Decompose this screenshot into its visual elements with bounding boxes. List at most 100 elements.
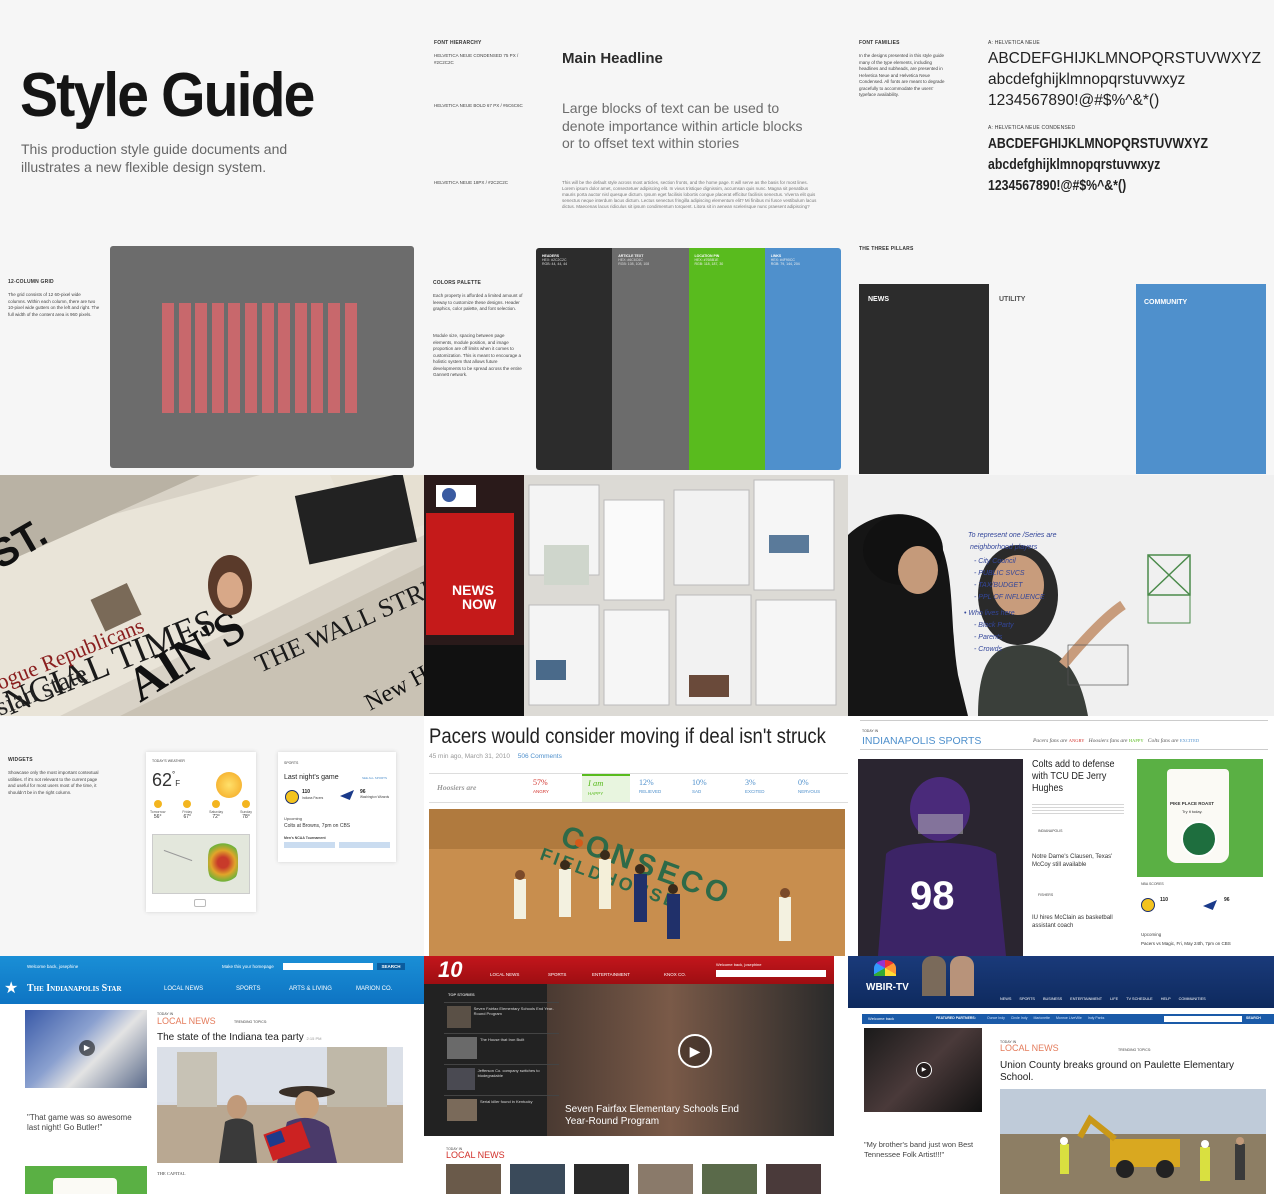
anchor-photos	[922, 956, 992, 996]
wusa-nav-local-news[interactable]: LOCAL NEWS	[490, 972, 519, 977]
font-families-panel: FONT FAMILIES In the designs presented i…	[848, 0, 1274, 238]
make-homepage-link[interactable]: Make this your homepage	[222, 964, 274, 969]
football-player-photo: 98	[858, 759, 1023, 956]
widgets-desc: Showcase only the most important context…	[8, 770, 99, 795]
wusa-caption[interactable]: Seven Fairfax Elementary Schools End Yea…	[565, 1104, 755, 1128]
grid-label: 12-COLUMN GRID	[8, 279, 54, 285]
pacers-photo: CONSECO FIELDHOUSE	[429, 809, 845, 956]
wb-note-4: - PUBLIC SVCS	[974, 570, 1025, 577]
game-title: Last night's game	[284, 774, 339, 781]
mood-option[interactable]: 12% RELIEVED	[635, 774, 683, 800]
mood-option[interactable]: 3% EXCITED	[741, 774, 789, 800]
mood-option[interactable]: 57% ANGRY	[529, 774, 577, 800]
wusa-nav-sports[interactable]: SPORTS	[548, 972, 566, 977]
wusa-thumb[interactable]	[446, 1164, 501, 1194]
mood-option[interactable]: 10% SAD	[688, 774, 736, 800]
wusa-search-input[interactable]	[716, 970, 826, 977]
wusa-thumb[interactable]	[766, 1164, 821, 1194]
indystar-headline[interactable]: The state of the Indiana tea party 2:15 …	[157, 1032, 321, 1043]
wusa-thumb[interactable]	[574, 1164, 629, 1194]
wbir-headline[interactable]: Union County breaks ground on Paulette E…	[1000, 1060, 1270, 1084]
wbir-nav-item[interactable]: NEWS	[1000, 997, 1011, 1001]
wusa-logo[interactable]: 10	[438, 957, 462, 983]
wbir-local-news-title: LOCAL NEWS	[1000, 1043, 1059, 1053]
wusa-nav-entertainment[interactable]: ENTERTAINMENT	[592, 972, 630, 977]
sports-widget: SPORTS Last night's game SEE ALL SPORTS …	[278, 752, 396, 862]
comments-link[interactable]: 506 Comments	[518, 753, 562, 760]
wusa-thumb[interactable]	[702, 1164, 757, 1194]
wusa-nav-knox-co[interactable]: KNOX CO.	[664, 972, 686, 977]
wusa-story[interactable]: Seven Fairfax Elementary Schools End Yea…	[444, 1002, 559, 1033]
wusa-story[interactable]: Serial killer found in Kentucky	[444, 1095, 559, 1126]
wusa-thumb[interactable]	[510, 1164, 565, 1194]
wbir-nav-item[interactable]: SPORTS	[1019, 997, 1035, 1001]
story1-meta: INDIANAPOLIS	[1038, 829, 1063, 833]
wbir-welcome[interactable]: Welcome back	[868, 1016, 894, 1021]
wusa-story[interactable]: The House that Iron Built	[444, 1033, 559, 1064]
radar-map[interactable]	[152, 834, 250, 894]
wusa-welcome[interactable]: Welcome back, josephine	[716, 962, 762, 967]
wusa-story[interactable]: Jefferson Co. company switches to biodeg…	[444, 1064, 559, 1095]
pacers-logo-icon	[285, 790, 299, 804]
wbir-search-input[interactable]	[1164, 1016, 1242, 1022]
mood-label: RELIEVED	[639, 789, 662, 794]
page-title: Style Guide	[20, 61, 315, 130]
grid-column	[211, 303, 224, 413]
swatch-location-pin: LOCATION PIN HEX: #76BB1E RGB: 118, 187,…	[688, 248, 765, 470]
wbir-nav-item[interactable]: BUSINESS	[1043, 997, 1062, 1001]
nav-local-news[interactable]: LOCAL NEWS	[164, 986, 203, 992]
mood-label: HAPPY	[588, 791, 604, 796]
story1-title[interactable]: Colts add to defense with TCU DE Jerry H…	[1032, 759, 1124, 795]
play-icon[interactable]: ▶	[79, 1040, 95, 1056]
forecast-row: Tomorrow 56° Friday 67° Saturday 72° Sunday…	[150, 800, 252, 820]
wbir-nav-item[interactable]: LIFE	[1110, 997, 1118, 1001]
wbir-nav-item[interactable]: COMMUNITIES	[1179, 997, 1206, 1001]
tournament-links[interactable]	[284, 842, 390, 848]
mood-percent: 0%	[798, 778, 809, 787]
widgets-label: WIDGETS	[8, 757, 33, 763]
nav-arts-living[interactable]: ARTS & LIVING	[289, 986, 332, 992]
radar-icon[interactable]	[194, 899, 206, 907]
nav-marion-co[interactable]: MARION CO.	[356, 986, 392, 992]
tea-party-illustration	[157, 1047, 403, 1163]
wbir-search-button[interactable]: SEARCH	[1246, 1016, 1261, 1020]
swatch-headers: HEADERS HEX: #2C2C2C RGB: 44, 44, 44	[536, 248, 613, 470]
pacers-headline[interactable]: Pacers would consider moving if deal isn…	[429, 725, 826, 749]
mood-option[interactable]: I am HAPPY	[582, 774, 630, 802]
football-player-illustration: 98	[858, 759, 1023, 956]
featured-partner-link[interactable]: Marionette	[1033, 1016, 1050, 1020]
wusa-thumb-row	[446, 1164, 826, 1194]
coffee-ad[interactable]: PIKE PLACE ROAST Try it today.	[1137, 759, 1263, 877]
featured-partner-link[interactable]: Indy Parks	[1088, 1016, 1105, 1020]
search-input[interactable]	[283, 963, 373, 970]
play-icon[interactable]: ▶	[678, 1034, 712, 1068]
family-a-lower: abcdefghijklmnopqrstuvwxyz	[988, 71, 1186, 88]
sidebar-ad[interactable]	[25, 1166, 147, 1194]
wbir-homepage: WBIR-TV NEWS SPORTS BUSINESS ENTERTAINMENT L…	[848, 956, 1274, 1194]
family-b-name: A: HELVETICA NEUE CONDENSED	[988, 125, 1076, 131]
featured-partner-link[interactable]: Monroe LiveVille	[1056, 1016, 1082, 1020]
family-a-name: A: HELVETICA NEUE	[988, 40, 1040, 46]
wusa-thumb[interactable]	[638, 1164, 693, 1194]
wbir-nav-item[interactable]: ENTERTAINMENT	[1070, 997, 1102, 1001]
play-icon[interactable]: ▶	[916, 1062, 932, 1078]
featured-partner-link[interactable]: Ounce Indy	[987, 1016, 1005, 1020]
wbir-nav-item[interactable]: TV SCHEDULE	[1126, 997, 1153, 1001]
mood-option[interactable]: 0% NERVOUS	[794, 774, 842, 800]
grid-column	[162, 303, 174, 413]
wbir-nav-item[interactable]: HELP	[1161, 997, 1171, 1001]
newsroom-wall-illustration: NEWS NOW	[424, 475, 848, 716]
featured-partner-link[interactable]: Circle Indy	[1011, 1016, 1028, 1020]
indystar-brand[interactable]: The Indianapolis Star	[27, 983, 122, 994]
story2-title[interactable]: Notre Dame's Clausen, Texas' McCoy still…	[1032, 854, 1124, 869]
sun-icon	[183, 800, 192, 808]
welcome-text[interactable]: Welcome back, josephine	[27, 964, 78, 969]
wb-note-2: neighborhood players	[970, 544, 1038, 551]
grid-column	[278, 303, 291, 413]
search-button[interactable]: SEARCH	[377, 963, 405, 970]
story3-title[interactable]: IU hires McClain as basketball assistant…	[1032, 915, 1124, 930]
wb-note-5: - TAX/BUDGET	[974, 582, 1023, 589]
wbir-logo[interactable]: WBIR-TV	[866, 982, 909, 993]
see-all-sports-link[interactable]: SEE ALL SPORTS	[362, 776, 387, 780]
nav-sports[interactable]: SPORTS	[236, 986, 261, 992]
